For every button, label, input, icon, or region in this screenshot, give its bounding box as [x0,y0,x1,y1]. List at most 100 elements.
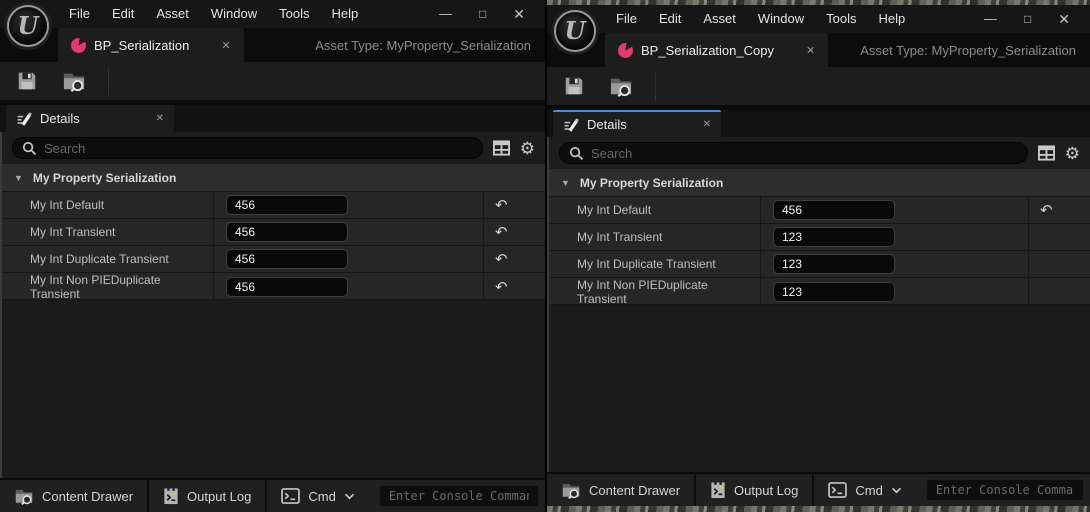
content-drawer-button[interactable]: Content Drawer [0,480,147,512]
close-details-tab-icon[interactable]: ✕ [703,119,711,130]
toolbar-separator [655,72,656,100]
tab-bar-spacer: Asset Type: MyProperty_Serialization [244,28,545,62]
close-button[interactable]: ✕ [513,0,525,28]
menu-bar: File Edit Asset Window Tools Help [58,0,369,28]
property-row: My Int Default ↶ [2,192,545,219]
console-command-input[interactable] [379,485,539,507]
tab-bar-spacer: Asset Type: MyProperty_Serialization [828,33,1090,67]
revert-to-default-icon[interactable]: ↶ [495,225,508,240]
property-value-input[interactable] [226,249,348,269]
menu-edit[interactable]: Edit [101,0,145,28]
title-bar: File Edit Asset Window Tools Help — □ ✕ [0,0,545,28]
revert-to-default-icon[interactable]: ↶ [495,252,508,267]
category-header-my-property-serialization[interactable]: ▼ My Property Serialization [2,164,545,192]
content-drawer-button[interactable]: Content Drawer [547,474,694,506]
blueprint-asset-icon [618,43,633,58]
display-filter-icon[interactable] [1038,145,1055,161]
property-value-input[interactable] [226,277,348,297]
search-icon [569,146,584,161]
property-value-input[interactable] [226,222,348,242]
save-button[interactable] [16,70,38,92]
console-icon [828,482,847,498]
property-row: My Int Transient ↶ [2,219,545,246]
menu-window[interactable]: Window [200,0,268,28]
close-details-tab-icon[interactable]: ✕ [156,113,164,124]
property-value-input[interactable] [226,195,348,215]
window-slot-left: U File Edit Asset Window Tools Help — □ … [0,0,545,512]
maximize-button[interactable]: □ [479,0,486,28]
menu-help[interactable]: Help [320,0,369,28]
output-log-button[interactable]: Output Log [696,474,812,506]
search-input[interactable] [44,141,473,156]
property-value-input[interactable] [773,254,895,274]
menu-tools[interactable]: Tools [268,0,320,28]
property-label: My Int Transient [549,224,760,250]
details-search-row: ⚙ [2,132,545,164]
menu-help[interactable]: Help [867,5,916,33]
save-button[interactable] [563,75,585,97]
menu-asset[interactable]: Asset [692,5,747,33]
property-label: My Int Default [2,192,213,218]
property-label: My Int Duplicate Transient [2,246,213,272]
chevron-down-icon [891,487,902,494]
property-label: My Int Duplicate Transient [549,251,760,277]
details-empty-area [2,300,545,478]
property-label: My Int Default [549,197,760,223]
output-log-button[interactable]: Output Log [149,480,265,512]
close-tab-icon[interactable]: ✕ [221,39,230,52]
cmd-dropdown-button[interactable]: Cmd [267,480,368,512]
menu-window[interactable]: Window [747,5,815,33]
details-empty-area [549,305,1090,472]
browse-to-asset-button[interactable] [62,70,86,92]
asset-tab[interactable]: BP_Serialization ✕ [58,28,244,62]
console-command-input[interactable] [926,479,1084,501]
window-controls: — □ ✕ [984,5,1090,33]
cmd-label: Cmd [308,489,335,504]
revert-to-default-icon[interactable]: ↶ [495,280,508,295]
property-row: My Int Transient [549,224,1090,251]
display-filter-icon[interactable] [493,140,510,156]
menu-edit[interactable]: Edit [648,5,692,33]
close-tab-icon[interactable]: ✕ [806,44,815,57]
maximize-button[interactable]: □ [1024,5,1031,33]
search-input[interactable] [591,146,1018,161]
menu-file[interactable]: File [58,0,101,28]
editor-window-bp-serialization-copy: U File Edit Asset Window Tools Help — □ … [547,5,1090,506]
asset-tab-bar: BP_Serialization_Copy ✕ Asset Type: MyPr… [547,33,1090,67]
details-tab[interactable]: Details ✕ [6,105,174,132]
details-tab-label: Details [587,117,627,132]
revert-to-default-icon[interactable]: ↶ [495,198,508,213]
output-log-label: Output Log [187,489,251,504]
close-button[interactable]: ✕ [1058,5,1070,33]
asset-tab[interactable]: BP_Serialization_Copy ✕ [605,33,828,67]
property-row: My Int Non PIEDuplicate Transient ↶ [2,273,545,300]
search-box[interactable] [559,142,1028,164]
property-value-input[interactable] [773,282,895,302]
save-icon [16,70,38,92]
settings-gear-icon[interactable]: ⚙ [520,140,535,157]
status-bar: Content Drawer Output Log [547,472,1090,506]
save-icon [563,75,585,97]
property-value-input[interactable] [773,227,895,247]
title-bar: File Edit Asset Window Tools Help — □ ✕ [547,5,1090,33]
details-tab[interactable]: Details ✕ [553,110,721,137]
minimize-button[interactable]: — [439,0,452,28]
asset-type-label: Asset Type: MyProperty_Serialization [315,38,531,53]
category-collapse-arrow-icon: ▼ [561,178,570,188]
menu-tools[interactable]: Tools [815,5,867,33]
minimize-button[interactable]: — [984,5,997,33]
output-log-icon [710,482,726,499]
search-icon [22,141,37,156]
revert-to-default-icon[interactable]: ↶ [1040,203,1053,218]
content-drawer-icon [561,481,581,499]
details-panel-icon [563,117,579,133]
browse-to-asset-button[interactable] [609,75,633,97]
search-box[interactable] [12,137,483,159]
desktop-wallpaper-strip [547,506,1090,512]
cmd-dropdown-button[interactable]: Cmd [814,474,915,506]
property-value-input[interactable] [773,200,895,220]
category-header-my-property-serialization[interactable]: ▼ My Property Serialization [549,169,1090,197]
settings-gear-icon[interactable]: ⚙ [1065,145,1080,162]
menu-asset[interactable]: Asset [145,0,200,28]
menu-file[interactable]: File [605,5,648,33]
